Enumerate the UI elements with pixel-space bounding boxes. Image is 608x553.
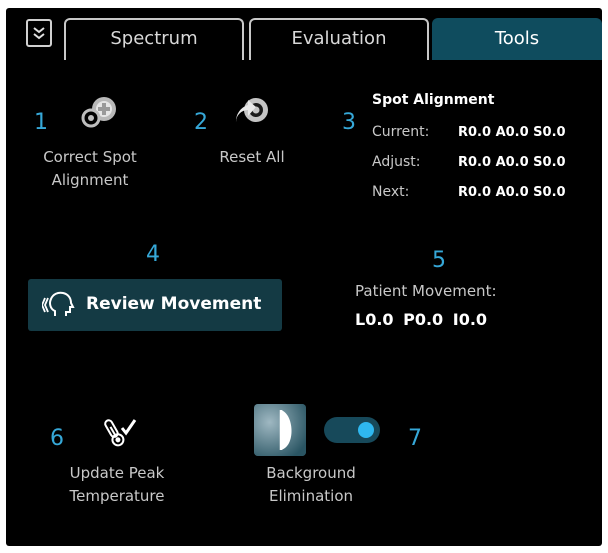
spot-row-key: Adjust: [372,154,421,170]
background-elimination-toggle[interactable] [324,417,380,443]
update-peak-label-line2: Temperature [69,487,165,505]
step-number-7: 7 [408,426,422,451]
collapse-button[interactable] [26,19,52,47]
review-movement-label: Review Movement [86,294,262,314]
step-number-4: 4 [146,242,160,267]
spot-row-value: R0.0 A0.0 S0.0 [458,155,566,170]
update-peak-label-line1: Update Peak [69,464,165,482]
background-elimination-button[interactable] [254,404,306,456]
head-movement-icon [42,291,75,316]
spot-row-next: Next: R0.0 A0.0 S0.0 [372,184,566,200]
reset-all-button[interactable] [232,94,272,136]
patient-movement-label: Patient Movement: [355,282,497,300]
correct-spot-label: Correct Spot Alignment [28,146,152,192]
patient-movement-values: L0.0 P0.0 I0.0 [355,310,488,329]
correct-spot-alignment-button[interactable] [80,94,120,134]
review-movement-button[interactable]: Review Movement [28,279,282,331]
tab-bar: Spectrum Evaluation Tools [6,8,602,60]
tab-spectrum[interactable]: Spectrum [64,18,244,60]
update-peak-temperature-button[interactable] [102,416,138,454]
tab-tools[interactable]: Tools [432,18,602,60]
background-elimination-label: Background Elimination [246,462,376,508]
step-number-3: 3 [342,110,356,135]
step-number-2: 2 [194,110,208,135]
reset-all-label: Reset All [219,148,285,166]
spot-row-key: Next: [372,184,410,200]
correct-spot-label-line1: Correct Spot [43,148,137,166]
spot-row-current: Current: R0.0 A0.0 S0.0 [372,124,566,140]
thermometer-check-icon [104,419,137,447]
toggle-knob [358,422,374,438]
spot-row-value: R0.0 A0.0 S0.0 [458,185,566,200]
step-number-6: 6 [50,426,64,451]
step-number-5: 5 [432,248,446,273]
tab-evaluation[interactable]: Evaluation [249,18,429,60]
reset-icon [235,98,268,122]
background-elimination-label-line1: Background [266,464,356,482]
update-peak-label: Update Peak Temperature [52,462,182,508]
step-number-1: 1 [34,110,48,135]
background-elimination-icon [254,404,306,456]
correct-spot-label-line2: Alignment [51,171,129,189]
spot-row-value: R0.0 A0.0 S0.0 [458,125,566,140]
spot-target-icon [81,97,116,128]
tools-panel: Spectrum Evaluation Tools 1 Correct Spot… [6,8,602,546]
spot-row-key: Current: [372,124,430,140]
spot-alignment-title: Spot Alignment [372,92,495,108]
background-elimination-label-line2: Elimination [268,487,354,505]
double-chevron-down-icon [33,27,45,40]
spot-row-adjust: Adjust: R0.0 A0.0 S0.0 [372,154,566,170]
